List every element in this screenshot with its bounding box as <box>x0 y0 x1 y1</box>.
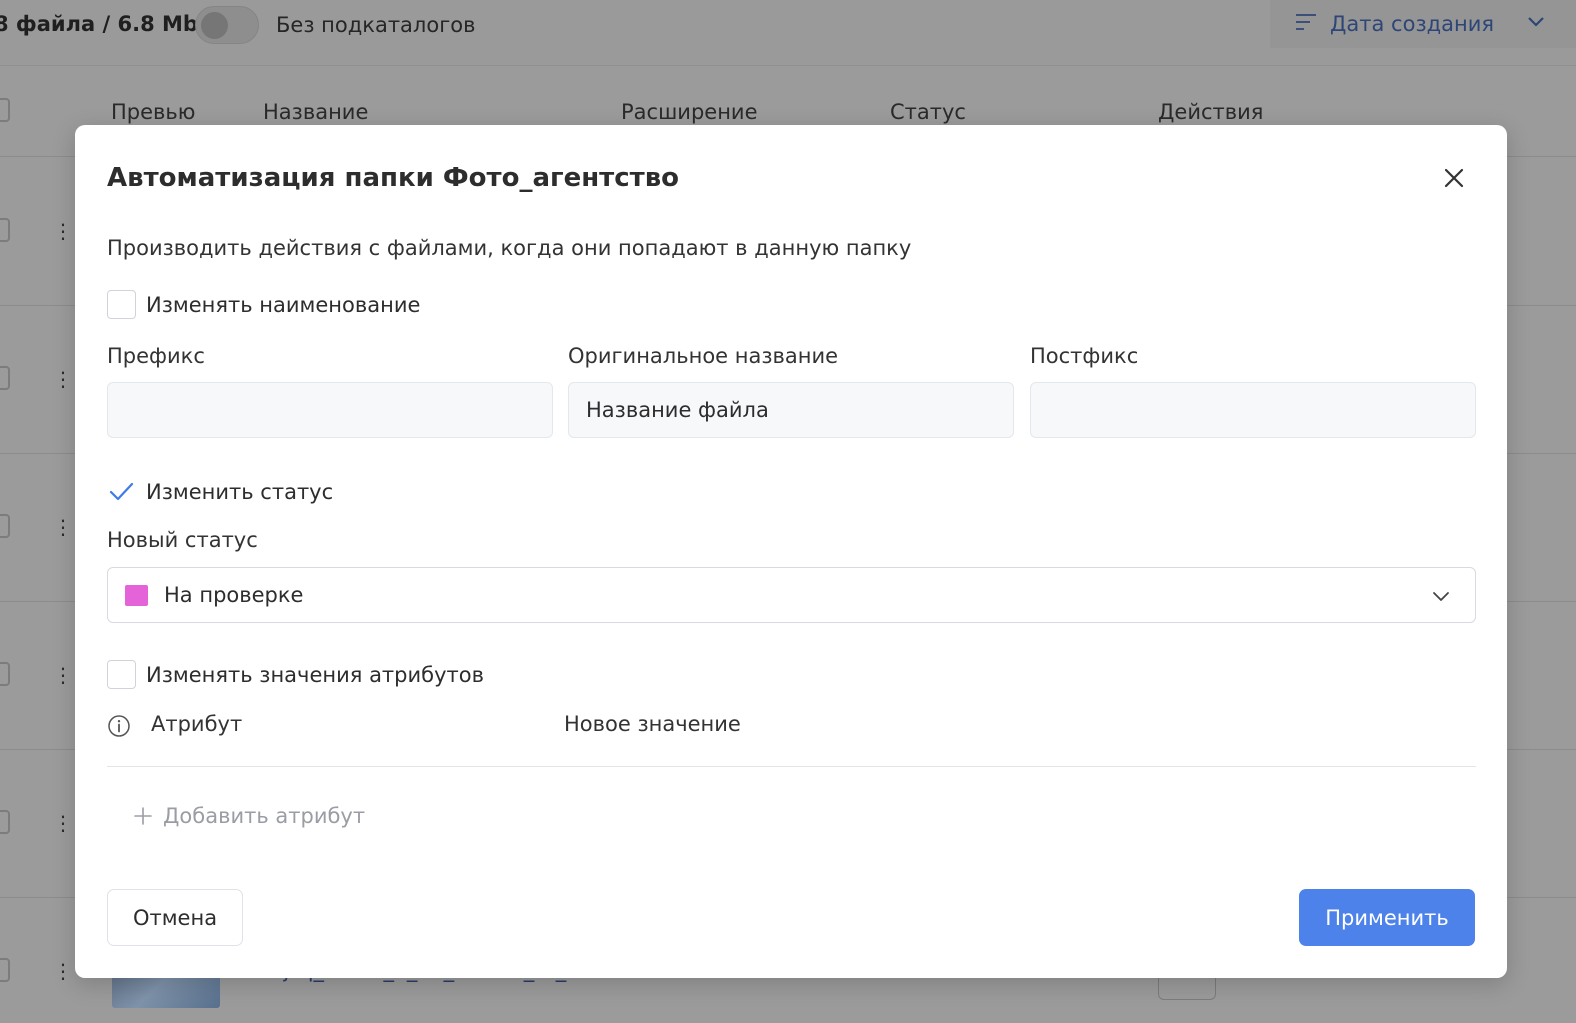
select-all-checkbox[interactable] <box>0 98 10 122</box>
status-checkbox[interactable] <box>107 477 136 506</box>
row-checkbox[interactable] <box>0 218 10 242</box>
original-name-label: Оригинальное название <box>568 344 839 368</box>
column-status: Статус <box>890 100 966 124</box>
file-count: 8 файла / 6.8 Mb <box>0 12 198 36</box>
row-checkbox[interactable] <box>0 662 10 686</box>
sort-dropdown[interactable]: Дата создания <box>1270 0 1576 48</box>
sort-icon <box>1296 14 1316 32</box>
column-actions: Действия <box>1158 100 1264 124</box>
modal-title: Автоматизация папки Фото_агентство <box>107 163 680 193</box>
plus-icon <box>134 807 152 825</box>
info-icon[interactable] <box>107 714 131 738</box>
chevron-down-icon <box>1433 592 1449 601</box>
more-icon[interactable]: ⋮ <box>53 813 73 833</box>
status-checkbox-label: Изменить статус <box>146 479 334 504</box>
apply-button[interactable]: Применить <box>1299 889 1475 946</box>
attributes-checkbox-row[interactable]: Изменять значения атрибутов <box>107 660 484 689</box>
status-select[interactable]: На проверке <box>107 567 1476 623</box>
attributes-checkbox-label: Изменять значения атрибутов <box>146 662 484 687</box>
column-preview: Превью <box>111 100 196 124</box>
rename-checkbox-label: Изменять наименование <box>146 292 421 317</box>
subfolders-toggle[interactable] <box>195 6 259 44</box>
divider <box>107 766 1476 767</box>
close-icon[interactable] <box>1439 163 1469 193</box>
prefix-input[interactable] <box>107 382 553 438</box>
add-attribute-label: Добавить атрибут <box>163 804 366 828</box>
add-attribute-button[interactable]: Добавить атрибут <box>133 804 365 828</box>
modal-description: Производить действия с файлами, когда он… <box>107 236 912 260</box>
status-color-swatch <box>125 585 148 606</box>
rename-checkbox[interactable] <box>107 290 136 319</box>
rename-checkbox-row[interactable]: Изменять наименование <box>107 290 420 319</box>
row-checkbox[interactable] <box>0 958 10 982</box>
automation-modal: Автоматизация папки Фото_агентство Произ… <box>75 125 1507 978</box>
more-icon[interactable]: ⋮ <box>53 665 73 685</box>
attributes-checkbox[interactable] <box>107 660 136 689</box>
more-icon[interactable]: ⋮ <box>53 961 73 981</box>
more-icon[interactable]: ⋮ <box>53 221 73 241</box>
toggle-knob <box>201 12 228 39</box>
column-name: Название <box>263 100 369 124</box>
original-name-input[interactable] <box>568 382 1014 438</box>
row-checkbox[interactable] <box>0 366 10 390</box>
subfolders-toggle-label: Без подкаталогов <box>276 13 476 37</box>
postfix-label: Постфикс <box>1030 344 1139 368</box>
status-checkbox-row[interactable]: Изменить статус <box>107 477 333 506</box>
more-icon[interactable]: ⋮ <box>53 517 73 537</box>
status-select-value: На проверке <box>164 583 304 607</box>
more-icon[interactable]: ⋮ <box>53 369 73 389</box>
cancel-button[interactable]: Отмена <box>107 889 243 946</box>
prefix-label: Префикс <box>107 344 205 368</box>
row-checkbox[interactable] <box>0 810 10 834</box>
new-status-label: Новый статус <box>107 528 258 552</box>
attribute-column-header: Атрибут <box>151 712 243 736</box>
toolbar: 8 файла / 6.8 Mb Без подкаталогов Дата с… <box>0 0 1576 66</box>
row-checkbox[interactable] <box>0 514 10 538</box>
new-value-column-header: Новое значение <box>564 712 741 736</box>
postfix-input[interactable] <box>1030 382 1476 438</box>
column-extension: Расширение <box>621 100 758 124</box>
chevron-down-icon <box>1528 17 1544 27</box>
sort-label: Дата создания <box>1330 12 1495 36</box>
